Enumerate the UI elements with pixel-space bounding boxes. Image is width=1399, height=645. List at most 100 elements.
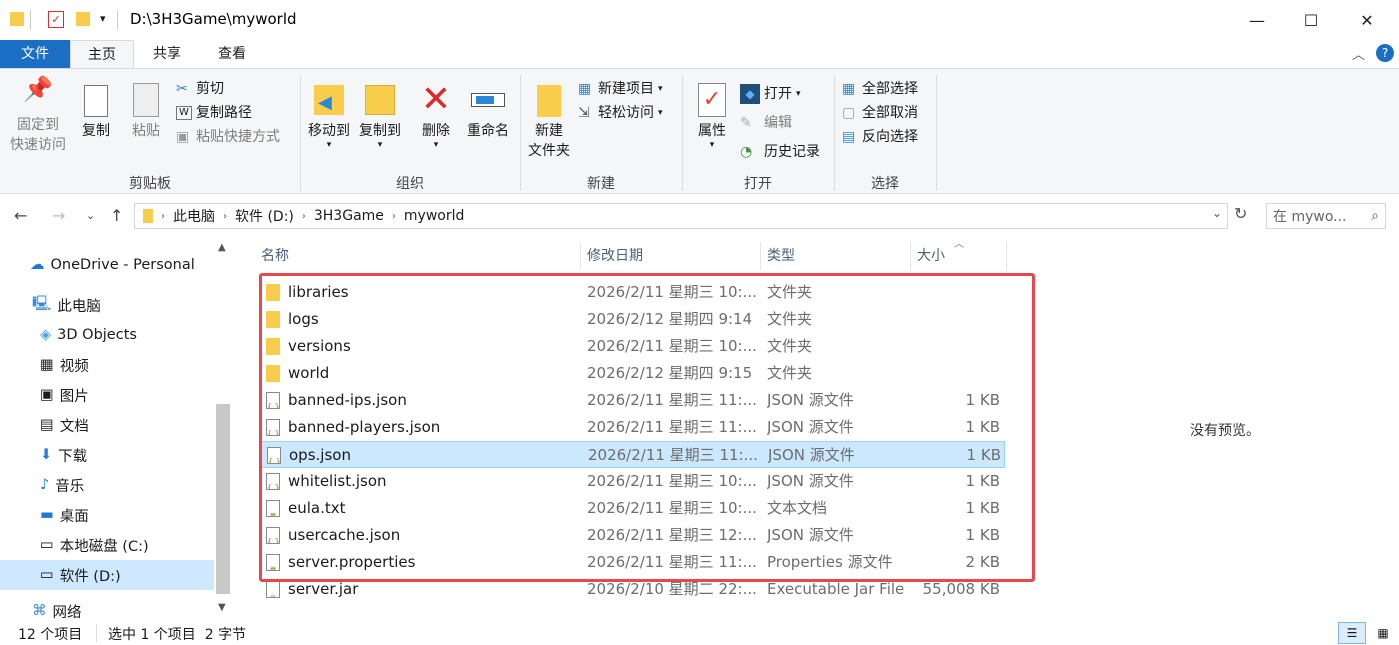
select-small-buttons: ▦ 全部选择 ▢ 全部取消 ▤ 反向选择 bbox=[842, 77, 938, 149]
breadcrumb-3h3game[interactable]: 3H3Game bbox=[314, 208, 384, 224]
sidebar-item-drive-d[interactable]: ▭ 软件 (D:) bbox=[0, 560, 214, 590]
chevron-right-icon[interactable]: › bbox=[392, 211, 396, 222]
new-item-button[interactable]: ▦ 新建项目 ▾ bbox=[578, 77, 678, 101]
column-header-date[interactable]: 修改日期 bbox=[581, 242, 761, 270]
collapse-ribbon-icon[interactable]: ︿ bbox=[1352, 44, 1365, 63]
sidebar-item-3d-objects[interactable]: ◈ 3D Objects bbox=[40, 320, 137, 350]
dropdown-arrow-icon: ▾ bbox=[709, 140, 715, 150]
folder-icon bbox=[143, 209, 153, 223]
up-arrow-icon[interactable]: ↑ bbox=[110, 206, 123, 225]
group-label-select: 选择 bbox=[871, 176, 899, 192]
large-icons-view-icon[interactable]: ▦ bbox=[1370, 622, 1396, 644]
pin-label: 固定到 快速访问 bbox=[10, 117, 66, 153]
easy-access-button[interactable]: ⇲ 轻松访问 ▾ bbox=[578, 101, 678, 125]
scroll-down-icon[interactable]: ▼ bbox=[218, 602, 226, 613]
select-none-label: 全部取消 bbox=[862, 105, 918, 121]
new-folder-icon[interactable] bbox=[76, 12, 90, 26]
history-button[interactable]: ◔ 历史记录 bbox=[740, 137, 830, 166]
desktop-icon: ▬ bbox=[40, 507, 54, 523]
sidebar-item-music[interactable]: ♪ 音乐 bbox=[40, 470, 84, 500]
search-input[interactable]: 在 mywo... ⌕ bbox=[1266, 203, 1386, 229]
address-dropdown-icon[interactable]: ⌄ bbox=[1212, 206, 1222, 220]
back-arrow-icon[interactable]: ← bbox=[14, 206, 27, 225]
divider bbox=[117, 10, 118, 30]
copy-path-button[interactable]: W 复制路径 bbox=[176, 101, 296, 125]
help-icon[interactable]: ? bbox=[1376, 44, 1394, 62]
copy-button[interactable]: 复制 bbox=[74, 79, 118, 141]
sidebar-scrollbar[interactable]: ▲ ▼ bbox=[214, 240, 232, 620]
scroll-up-icon[interactable]: ▲ bbox=[218, 242, 226, 253]
sidebar-item-this-pc[interactable]: 🖳 此电脑 bbox=[32, 290, 101, 320]
chevron-right-icon[interactable]: › bbox=[161, 211, 165, 222]
breadcrumb-drive-d[interactable]: 软件 (D:) bbox=[235, 206, 294, 226]
highlight-annotation bbox=[259, 273, 1035, 582]
divider bbox=[96, 624, 97, 642]
computer-icon: 🖳 bbox=[32, 295, 52, 312]
sidebar-item-label: 网络 bbox=[52, 604, 82, 621]
details-view-icon[interactable]: ☰ bbox=[1338, 622, 1366, 644]
item-count: 12 个项目 bbox=[18, 627, 83, 643]
sidebar-item-documents[interactable]: ▤ 文档 bbox=[40, 410, 89, 440]
select-none-button[interactable]: ▢ 全部取消 bbox=[842, 101, 938, 125]
chevron-right-icon[interactable]: › bbox=[223, 211, 227, 222]
minimize-button[interactable]: — bbox=[1230, 0, 1284, 40]
cloud-icon: ☁ bbox=[30, 257, 45, 273]
sidebar-item-videos[interactable]: ▦ 视频 bbox=[40, 350, 89, 380]
copy-to-button[interactable]: 复制到 ▾ bbox=[354, 79, 406, 150]
customize-quick-access-icon[interactable]: ▾ bbox=[100, 12, 106, 25]
rename-icon bbox=[462, 79, 514, 121]
new-folder-label: 新建 文件夹 bbox=[528, 123, 570, 159]
tab-home[interactable]: 主页 bbox=[70, 40, 134, 68]
paste-shortcut-button[interactable]: ▣ 粘贴快捷方式 bbox=[176, 125, 296, 149]
properties-button[interactable]: ✓ 属性 ▾ bbox=[690, 79, 734, 150]
tab-view[interactable]: 查看 bbox=[200, 40, 264, 68]
select-none-icon: ▢ bbox=[842, 105, 856, 121]
paste-shortcut-label: 粘贴快捷方式 bbox=[196, 129, 280, 145]
sidebar-item-desktop[interactable]: ▬ 桌面 bbox=[40, 500, 89, 530]
move-to-button[interactable]: ◀ 移动到 ▾ bbox=[304, 79, 354, 150]
refresh-icon[interactable]: ↻ bbox=[1234, 204, 1247, 223]
recent-locations-icon[interactable]: ⌄ bbox=[86, 209, 95, 222]
column-header-name[interactable]: 名称 bbox=[255, 242, 581, 270]
pin-quick-access-button[interactable]: 📌 固定到 快速访问 bbox=[6, 77, 70, 155]
select-all-button[interactable]: ▦ 全部选择 bbox=[842, 77, 938, 101]
new-item-label: 新建项目 bbox=[598, 81, 654, 97]
group-label-open: 打开 bbox=[744, 176, 772, 192]
edit-button[interactable]: ✎ 编辑 bbox=[740, 108, 830, 137]
window-title: D:\3H3Game\myworld bbox=[130, 10, 297, 28]
maximize-button[interactable]: ☐ bbox=[1284, 0, 1338, 40]
new-folder-button[interactable]: 新建 文件夹 bbox=[524, 79, 574, 161]
sidebar-item-pictures[interactable]: ▣ 图片 bbox=[40, 380, 89, 410]
tab-share[interactable]: 共享 bbox=[134, 40, 200, 68]
properties-icon[interactable]: ✓ bbox=[48, 11, 64, 28]
paste-button[interactable]: 粘贴 bbox=[124, 79, 168, 141]
drive-icon: ▭ bbox=[40, 567, 54, 583]
breadcrumb-this-pc[interactable]: 此电脑 bbox=[173, 206, 215, 226]
open-button[interactable]: ◆ 打开 ▾ bbox=[740, 79, 830, 108]
cut-button[interactable]: ✂ 剪切 bbox=[176, 77, 296, 101]
sidebar-item-drive-c[interactable]: ▭ 本地磁盘 (C:) bbox=[40, 530, 149, 560]
forward-arrow-icon[interactable]: → bbox=[52, 206, 65, 225]
rename-button[interactable]: 重命名 bbox=[462, 79, 514, 141]
sidebar-item-onedrive[interactable]: ☁ OneDrive - Personal bbox=[30, 250, 195, 280]
sidebar-item-label: 桌面 bbox=[59, 508, 89, 525]
dropdown-arrow-icon: ▾ bbox=[377, 140, 383, 150]
invert-selection-icon: ▤ bbox=[842, 129, 856, 145]
tab-file[interactable]: 文件 bbox=[0, 40, 70, 68]
scroll-thumb[interactable] bbox=[216, 404, 230, 594]
column-header-type[interactable]: 类型 bbox=[761, 242, 911, 270]
sidebar-item-downloads[interactable]: ⬇ 下载 bbox=[40, 440, 87, 470]
breadcrumb-myworld[interactable]: myworld bbox=[404, 208, 464, 224]
paste-icon bbox=[124, 79, 168, 121]
sidebar-item-label: 3D Objects bbox=[57, 327, 137, 343]
close-button[interactable]: ✕ bbox=[1340, 0, 1394, 40]
address-bar[interactable]: › 此电脑 › 软件 (D:) › 3H3Game › myworld bbox=[134, 203, 1228, 229]
sidebar-item-network[interactable]: ⌘ 网络 bbox=[32, 598, 82, 624]
picture-icon: ▣ bbox=[40, 387, 54, 403]
chevron-right-icon[interactable]: › bbox=[302, 211, 306, 222]
invert-selection-button[interactable]: ▤ 反向选择 bbox=[842, 125, 938, 149]
new-small-buttons: ▦ 新建项目 ▾ ⇲ 轻松访问 ▾ bbox=[578, 77, 678, 125]
dropdown-arrow-icon: ▾ bbox=[796, 88, 801, 99]
delete-button[interactable]: ✕ 删除 ▾ bbox=[414, 79, 458, 150]
easy-access-icon: ⇲ bbox=[578, 105, 590, 121]
